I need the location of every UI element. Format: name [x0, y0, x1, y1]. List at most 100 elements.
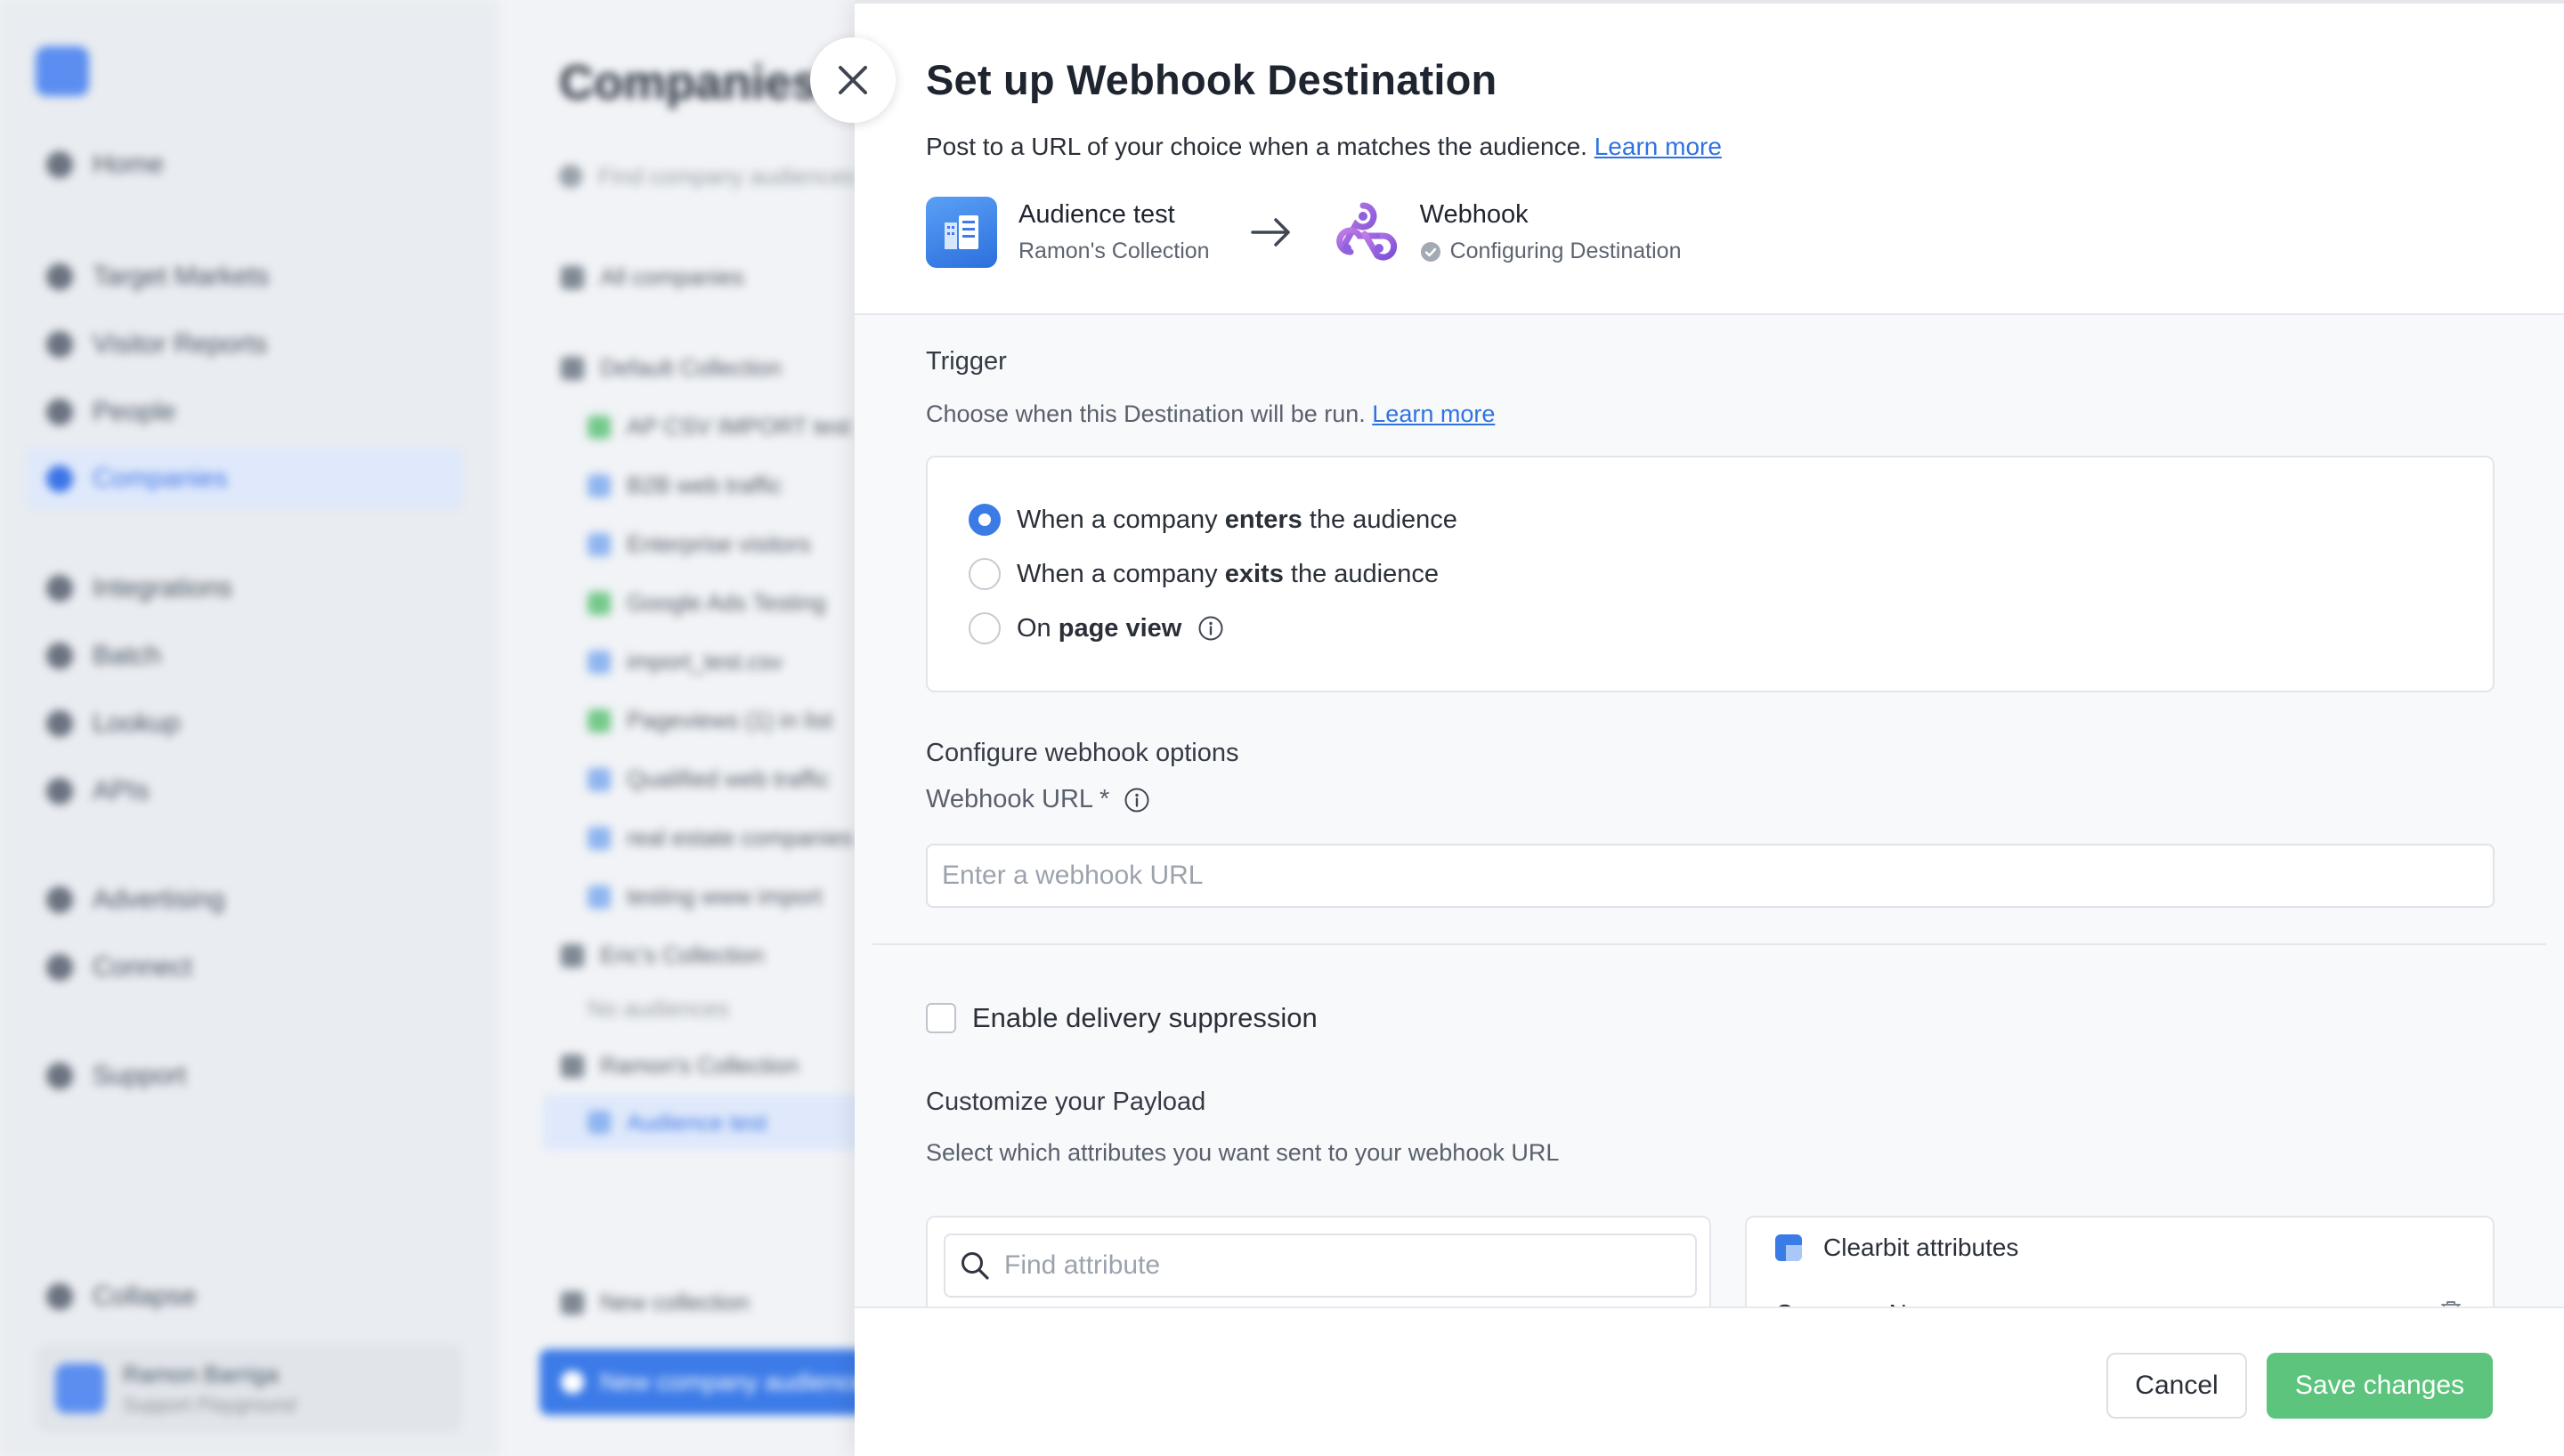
page-title: Companies [559, 56, 819, 109]
audience-item[interactable]: B2B web traffic [588, 472, 782, 499]
user-name: Ramon Barriga [123, 1360, 279, 1387]
avatar [55, 1363, 105, 1413]
webhook-url-label: Webhook URL * [926, 785, 1150, 814]
info-icon[interactable] [1124, 787, 1150, 813]
audience-icon [926, 197, 997, 268]
sidebar-item-companies[interactable]: Companies [27, 448, 463, 510]
radio-button[interactable] [969, 558, 1001, 590]
audience-icon [588, 767, 611, 791]
audience-item[interactable]: Qualified web traffic [588, 765, 830, 793]
trigger-options: When a company enters the audience When … [926, 456, 2495, 692]
audience-icon [588, 826, 611, 850]
new-audience-button[interactable]: New company audience [540, 1349, 896, 1415]
arrow-right-icon [1250, 218, 1290, 247]
audience-item[interactable]: Pageviews (1) in list [588, 707, 832, 734]
sidebar-item-lookup[interactable]: Lookup [46, 708, 180, 739]
save-changes-button[interactable]: Save changes [2267, 1353, 2493, 1419]
audience-item[interactable]: import_test.csv [588, 648, 783, 675]
attribute-search-field[interactable] [944, 1234, 1697, 1298]
destination-name: Webhook [1419, 200, 1529, 229]
sidebar-item-connect[interactable]: Connect [46, 952, 192, 983]
people-icon [46, 399, 73, 425]
selected-attributes-panel: Clearbit attributes Company Name [1745, 1216, 2495, 1306]
audience-item[interactable]: Enterprise visitors [588, 530, 811, 558]
learn-more-link[interactable]: Learn more [1594, 133, 1722, 160]
collapse-icon [46, 1283, 73, 1310]
audience-icon [588, 591, 611, 615]
sidebar-item-visitor-reports[interactable]: Visitor Reports [46, 329, 267, 360]
info-icon[interactable] [1197, 615, 1224, 642]
companies-page: Companies Find company audiences All com… [499, 0, 896, 1456]
radio-button-selected[interactable] [969, 504, 1001, 536]
support-icon [46, 1063, 73, 1089]
panel-footer: Cancel Save changes [855, 1306, 2564, 1456]
folder-icon [561, 356, 584, 380]
panel-header: Set up Webhook Destination Post to a URL… [926, 55, 2528, 161]
audience-icon [588, 532, 611, 556]
sidebar-item-apis[interactable]: APIs [46, 776, 149, 806]
trigger-option-enters[interactable]: When a company enters the audience [969, 504, 1457, 536]
audience-item[interactable]: real estate companies [588, 824, 853, 852]
folder-icon [561, 943, 584, 967]
empty-collection-note: No audiences [588, 995, 729, 1022]
trigger-description: Choose when this Destination will be run… [926, 400, 1496, 427]
attribute-search-input[interactable] [1004, 1250, 1681, 1281]
audience-item[interactable]: AP CSV IMPORT test [588, 413, 850, 441]
audience-icon [588, 415, 611, 439]
cancel-button[interactable]: Cancel [2106, 1353, 2247, 1419]
building-icon [561, 265, 584, 289]
batch-icon [46, 643, 73, 669]
user-menu[interactable]: Ramon Barriga Support Playground [36, 1344, 463, 1433]
delivery-suppression-toggle[interactable]: Enable delivery suppression [926, 1002, 1318, 1034]
webhook-icon [1335, 202, 1397, 261]
all-companies-item[interactable]: All companies [561, 263, 744, 291]
sidebar-item-home[interactable]: Home [46, 150, 164, 180]
sidebar-item-advertising[interactable]: Advertising [46, 885, 224, 915]
audience-icon [588, 650, 611, 674]
new-collection-item[interactable]: New collection [561, 1289, 750, 1316]
home-icon [46, 151, 73, 178]
audience-item-active[interactable]: Audience test [543, 1095, 881, 1150]
sidebar-item-integrations[interactable]: Integrations [46, 573, 232, 603]
folder-icon [561, 1054, 584, 1078]
audience-icon [588, 708, 611, 732]
advertising-icon [46, 886, 73, 913]
chart-icon [46, 331, 73, 358]
trigger-option-page-view[interactable]: On page view [969, 612, 1224, 644]
trigger-title: Trigger [926, 347, 1007, 376]
delivery-suppression-checkbox[interactable] [926, 1003, 956, 1033]
collection-folder[interactable]: Ramon's Collection [561, 1052, 799, 1080]
audience-item[interactable]: testing www import [588, 883, 823, 910]
sidebar-item-target-markets[interactable]: Target Markets [46, 262, 269, 292]
trigger-option-exits[interactable]: When a company exits the audience [969, 558, 1439, 590]
sidebar-item-batch[interactable]: Batch [46, 641, 161, 671]
audience-icon [588, 473, 611, 497]
source-audience-name: Audience test [1018, 200, 1175, 229]
trigger-learn-more-link[interactable]: Learn more [1372, 400, 1495, 427]
sidebar: Home Target Markets Visitor Reports Peop… [0, 0, 499, 1456]
destination-flow: Audience test Ramon's Collection Webhook… [926, 195, 1681, 270]
webhook-url-input[interactable] [926, 844, 2495, 908]
sidebar-item-support[interactable]: Support [46, 1061, 186, 1091]
close-button[interactable] [810, 37, 896, 123]
trash-icon[interactable] [2439, 1299, 2463, 1306]
audience-icon [588, 1111, 611, 1134]
payload-title: Customize your Payload [926, 1088, 1206, 1116]
close-icon [839, 66, 867, 94]
audience-icon [588, 885, 611, 909]
user-org: Support Playground [123, 1393, 296, 1416]
collection-folder[interactable]: Default Collection [561, 354, 782, 382]
sidebar-item-people[interactable]: People [46, 397, 175, 427]
panel-subtitle: Post to a URL of your choice when a matc… [926, 133, 1722, 160]
radio-button[interactable] [969, 612, 1001, 644]
check-circle-icon [1420, 241, 1440, 262]
webhook-destination-panel: Set up Webhook Destination Post to a URL… [855, 0, 2564, 1456]
plus-icon [561, 1371, 584, 1394]
collection-folder[interactable]: Eric's Collection [561, 942, 764, 969]
search-icon [559, 165, 582, 188]
clearbit-logo [36, 46, 89, 96]
audience-search[interactable]: Find company audiences [550, 150, 906, 203]
audience-item[interactable]: Google Ads Testing [588, 589, 826, 617]
payload-description: Select which attributes you want sent to… [926, 1139, 1560, 1166]
sidebar-item-collapse[interactable]: Collapse [46, 1282, 197, 1312]
